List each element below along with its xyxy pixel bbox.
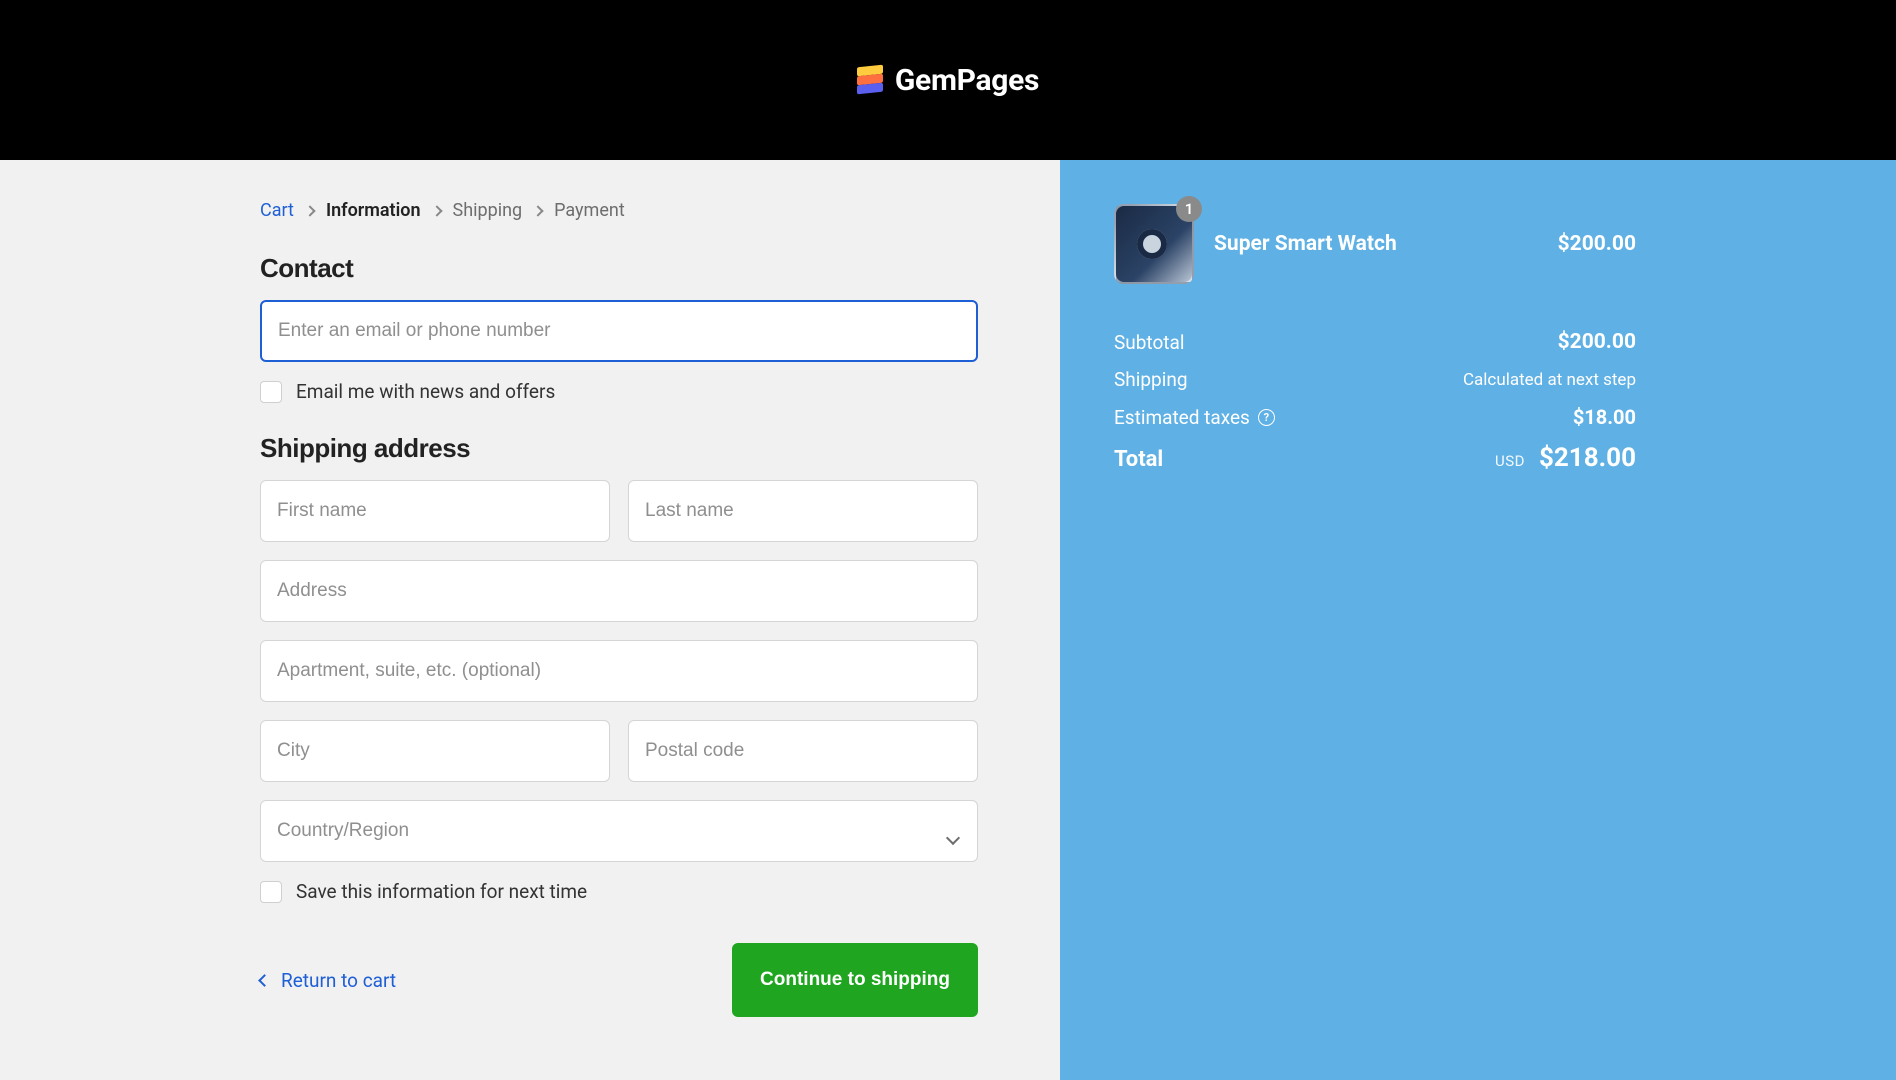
chevron-left-icon (258, 974, 271, 987)
product-thumbnail: 1 (1114, 204, 1194, 284)
quantity-badge: 1 (1176, 196, 1202, 222)
brand-logo[interactable]: GemPages (857, 63, 1039, 98)
order-summary-panel: 1 Super Smart Watch $200.00 Subtotal $20… (1060, 160, 1896, 1080)
chevron-right-icon (306, 207, 314, 215)
shipping-label: Shipping (1114, 368, 1188, 391)
city-input[interactable] (260, 720, 610, 782)
breadcrumb-information: Information (326, 200, 421, 221)
continue-to-shipping-button[interactable]: Continue to shipping (732, 943, 978, 1017)
product-price: $200.00 (1558, 232, 1636, 256)
first-name-input[interactable] (260, 480, 610, 542)
return-to-cart-link[interactable]: Return to cart (260, 969, 396, 992)
breadcrumb-payment[interactable]: Payment (554, 200, 625, 221)
total-label: Total (1114, 447, 1163, 472)
brand-name: GemPages (895, 63, 1039, 98)
shipping-row: Shipping Calculated at next step (1114, 368, 1636, 391)
news-offers-checkbox[interactable] (260, 381, 282, 403)
tax-label: Estimated taxes (1114, 406, 1250, 429)
logo-mark-icon (857, 66, 883, 94)
order-line-item: 1 Super Smart Watch $200.00 (1114, 204, 1636, 284)
subtotal-row: Subtotal $200.00 (1114, 330, 1636, 354)
return-to-cart-label: Return to cart (281, 969, 396, 992)
country-region-select[interactable] (260, 800, 978, 862)
subtotal-value: $200.00 (1558, 330, 1636, 354)
header: GemPages (0, 0, 1896, 160)
address-input[interactable] (260, 560, 978, 622)
news-offers-label: Email me with news and offers (296, 380, 555, 403)
last-name-input[interactable] (628, 480, 978, 542)
info-icon[interactable]: ? (1258, 409, 1275, 426)
breadcrumb: Cart Information Shipping Payment (260, 200, 978, 221)
postal-code-input[interactable] (628, 720, 978, 782)
total-row: Total USD $218.00 (1114, 443, 1636, 473)
tax-value: $18.00 (1573, 405, 1636, 429)
total-value: $218.00 (1539, 443, 1636, 473)
total-currency: USD (1495, 452, 1525, 470)
chevron-right-icon (534, 207, 542, 215)
product-name: Super Smart Watch (1214, 232, 1538, 256)
save-info-checkbox[interactable] (260, 881, 282, 903)
tax-row: Estimated taxes ? $18.00 (1114, 405, 1636, 429)
save-info-label: Save this information for next time (296, 880, 587, 903)
contact-heading: Contact (260, 253, 978, 284)
shipping-address-heading: Shipping address (260, 433, 978, 464)
breadcrumb-shipping[interactable]: Shipping (453, 200, 523, 221)
checkout-form-panel: Cart Information Shipping Payment Contac… (0, 160, 1060, 1080)
shipping-value: Calculated at next step (1463, 370, 1636, 390)
subtotal-label: Subtotal (1114, 331, 1184, 354)
chevron-right-icon (433, 207, 441, 215)
apartment-input[interactable] (260, 640, 978, 702)
breadcrumb-cart[interactable]: Cart (260, 200, 294, 221)
email-phone-input[interactable] (260, 300, 978, 362)
